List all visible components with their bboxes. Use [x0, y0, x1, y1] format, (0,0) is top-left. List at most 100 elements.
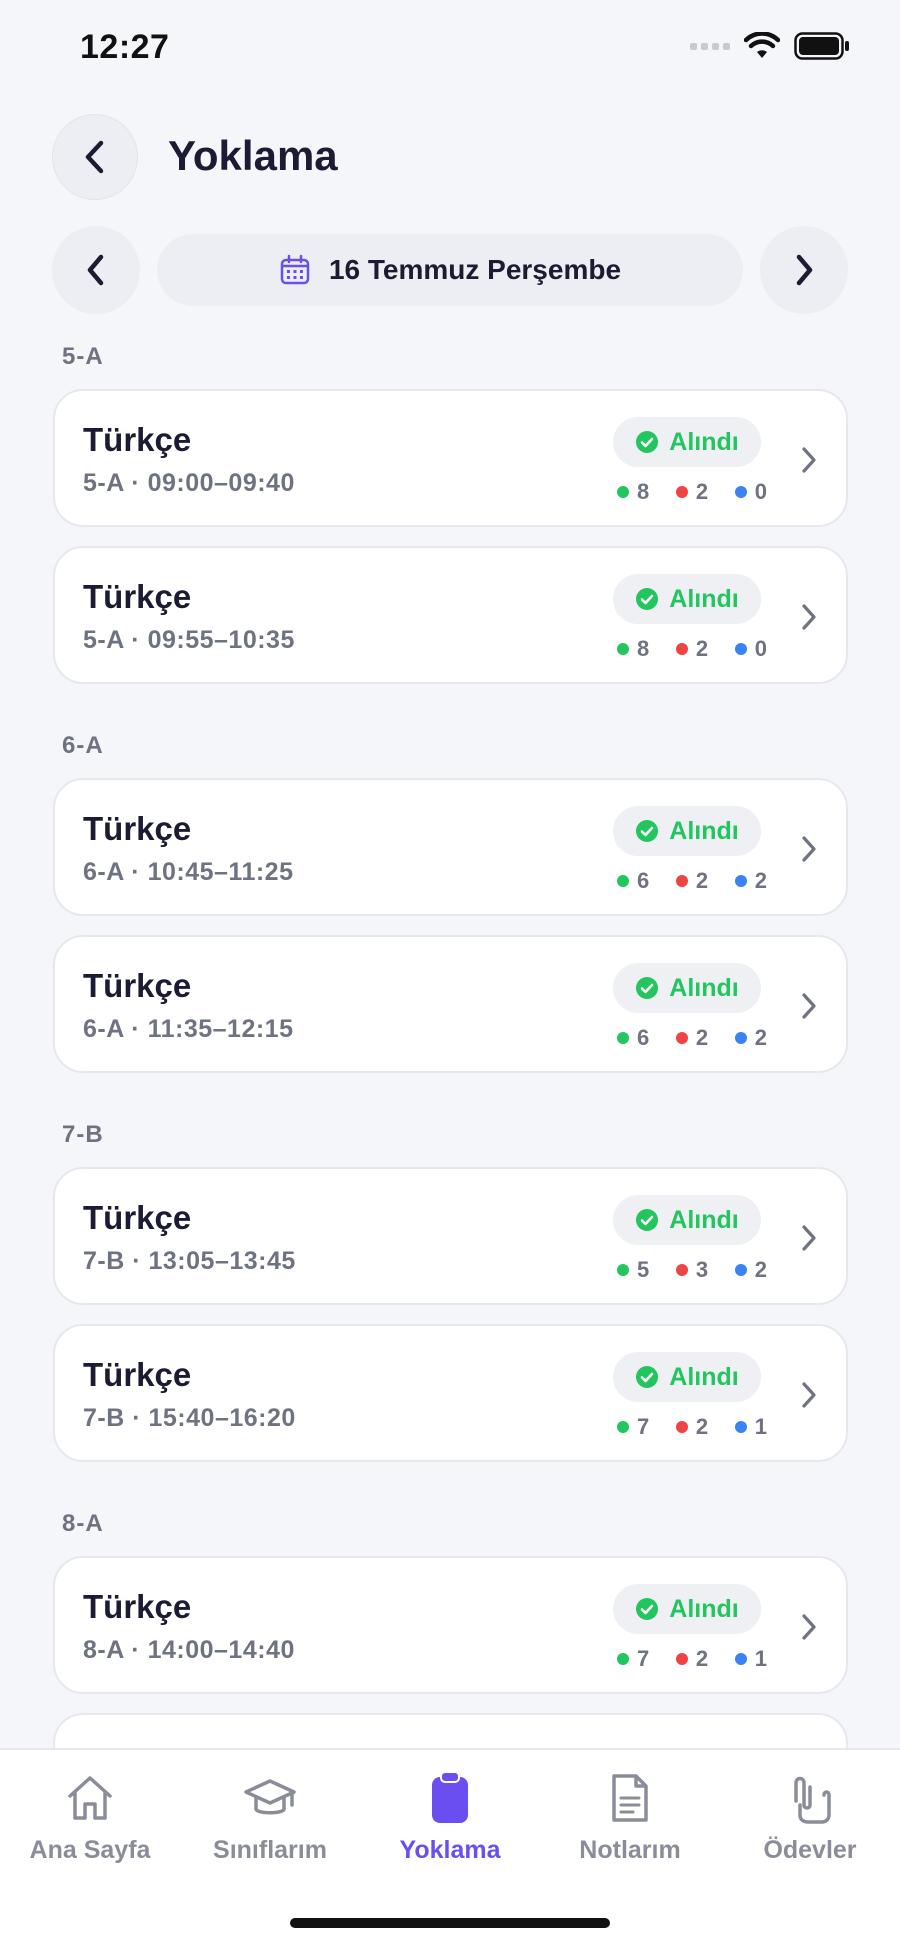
absent-dot-icon — [675, 486, 688, 498]
clipboard-icon — [432, 1771, 468, 1823]
absent-count: 2 — [675, 1414, 708, 1440]
section-label: 6-A — [62, 732, 104, 759]
other-dot-icon — [734, 1032, 747, 1044]
status-text: Alındı — [669, 584, 739, 613]
tab-label: Sınıflarım — [213, 1836, 327, 1864]
lesson-detail: 5-A · 09:00–09:40 — [83, 469, 295, 497]
absent-count: 3 — [675, 1257, 708, 1283]
back-button[interactable] — [52, 114, 138, 200]
absent-count: 2 — [675, 479, 708, 505]
present-count: 5 — [617, 1257, 649, 1283]
lesson-detail: 7-B · 15:40–16:20 — [83, 1404, 296, 1432]
previous-day-button[interactable] — [52, 226, 140, 314]
tab-label: Yoklama — [399, 1836, 501, 1864]
check-circle-icon — [636, 588, 659, 610]
status-text: Alındı — [669, 973, 739, 1002]
other-dot-icon — [734, 643, 747, 655]
check-circle-icon — [636, 1598, 659, 1620]
tab-label: Ana Sayfa — [29, 1836, 151, 1864]
home-icon — [68, 1776, 112, 1820]
other-dot-icon — [734, 1653, 747, 1665]
check-circle-icon — [636, 1209, 659, 1231]
date-navigation: 16 Temmuz Perşembe — [52, 226, 848, 314]
lesson-card[interactable]: Türkçe 7-B · 13:05–13:45 Alındı 5 3 2 — [53, 1167, 848, 1305]
lesson-card[interactable]: Türkçe 6-A · 11:35–12:15 Alındı 6 2 2 — [53, 935, 848, 1073]
battery-icon — [794, 32, 849, 60]
chevron-right-icon — [802, 1225, 816, 1251]
status-badge: Alındı — [613, 806, 761, 856]
attendance-counts: 6 2 2 — [617, 866, 767, 896]
present-count: 7 — [617, 1646, 649, 1672]
other-count: 2 — [734, 1025, 767, 1051]
tab-yoklama[interactable]: Yoklama — [360, 1770, 540, 1865]
signal-icon — [690, 42, 730, 50]
chevron-left-icon — [85, 140, 104, 174]
lesson-title: Türkçe — [83, 578, 192, 615]
tab-odevler[interactable]: Ödevler — [720, 1770, 900, 1865]
lesson-detail: 6-A · 11:35–12:15 — [83, 1015, 294, 1043]
attendance-counts: 7 2 1 — [617, 1644, 767, 1674]
check-circle-icon — [636, 1366, 659, 1388]
chevron-right-icon — [802, 447, 816, 473]
present-dot-icon — [617, 1032, 629, 1044]
status-text: Alındı — [669, 816, 739, 845]
status-time: 12:27 — [80, 28, 170, 66]
section-label: 5-A — [62, 343, 104, 370]
tab-label: Ödevler — [763, 1836, 857, 1864]
date-selector[interactable]: 16 Temmuz Perşembe — [157, 234, 743, 306]
other-count: 0 — [734, 636, 767, 662]
status-badge: Alındı — [613, 1352, 761, 1402]
tab-ana-sayfa[interactable]: Ana Sayfa — [0, 1770, 180, 1865]
status-bar: 12:27 — [0, 0, 900, 100]
lesson-card[interactable]: Türkçe 5-A · 09:00–09:40 Alındı 8 2 0 — [53, 389, 848, 527]
tab-notlarim[interactable]: Notlarım — [540, 1770, 720, 1865]
status-badge: Alındı — [613, 574, 761, 624]
chevron-right-icon — [802, 1382, 816, 1408]
chevron-right-icon — [802, 604, 816, 630]
lesson-detail: 7-B · 13:05–13:45 — [83, 1247, 296, 1275]
other-dot-icon — [734, 1421, 747, 1433]
present-count: 7 — [617, 1414, 649, 1440]
wifi-icon — [744, 32, 780, 58]
status-badge: Alındı — [613, 963, 761, 1013]
absent-dot-icon — [675, 1032, 688, 1044]
present-count: 8 — [617, 636, 649, 662]
next-day-button[interactable] — [760, 226, 848, 314]
status-badge: Alındı — [613, 1584, 761, 1634]
home-indicator — [290, 1918, 610, 1928]
absent-dot-icon — [675, 1264, 688, 1276]
absent-dot-icon — [675, 1421, 688, 1433]
lesson-card[interactable]: Türkçe 5-A · 09:55–10:35 Alındı 8 2 0 — [53, 546, 848, 684]
present-dot-icon — [617, 643, 629, 655]
lesson-card[interactable]: Türkçe 6-A · 10:45–11:25 Alındı 6 2 2 — [53, 778, 848, 916]
other-count: 2 — [734, 1257, 767, 1283]
absent-dot-icon — [675, 875, 688, 887]
status-text: Alındı — [669, 1205, 739, 1234]
present-dot-icon — [617, 875, 629, 887]
present-count: 6 — [617, 868, 649, 894]
lesson-title: Türkçe — [83, 810, 192, 847]
tab-label: Notlarım — [579, 1836, 681, 1864]
status-icons — [690, 32, 850, 60]
status-text: Alındı — [669, 1362, 739, 1391]
absent-count: 2 — [675, 636, 708, 662]
chevron-right-icon — [802, 836, 816, 862]
lesson-card[interactable]: Türkçe 7-B · 15:40–16:20 Alındı 7 2 1 — [53, 1324, 848, 1462]
status-badge: Alındı — [613, 1195, 761, 1245]
check-circle-icon — [636, 977, 659, 999]
absent-count: 2 — [675, 1025, 708, 1051]
chevron-right-icon — [802, 993, 816, 1019]
tab-siniflarim[interactable]: Sınıflarım — [180, 1770, 360, 1865]
lesson-card[interactable]: Türkçe 8-A · 14:00–14:40 Alındı 7 2 1 — [53, 1556, 848, 1694]
attendance-counts: 8 2 0 — [617, 477, 767, 507]
present-count: 6 — [617, 1025, 649, 1051]
present-dot-icon — [617, 1421, 629, 1433]
absent-dot-icon — [675, 643, 688, 655]
present-count: 8 — [617, 479, 649, 505]
lesson-detail: 8-A · 14:00–14:40 — [83, 1636, 295, 1664]
attendance-counts: 6 2 2 — [617, 1023, 767, 1053]
header: Yoklama — [0, 110, 900, 200]
other-dot-icon — [734, 875, 747, 887]
present-dot-icon — [617, 1653, 629, 1665]
lesson-title: Türkçe — [83, 967, 192, 1004]
